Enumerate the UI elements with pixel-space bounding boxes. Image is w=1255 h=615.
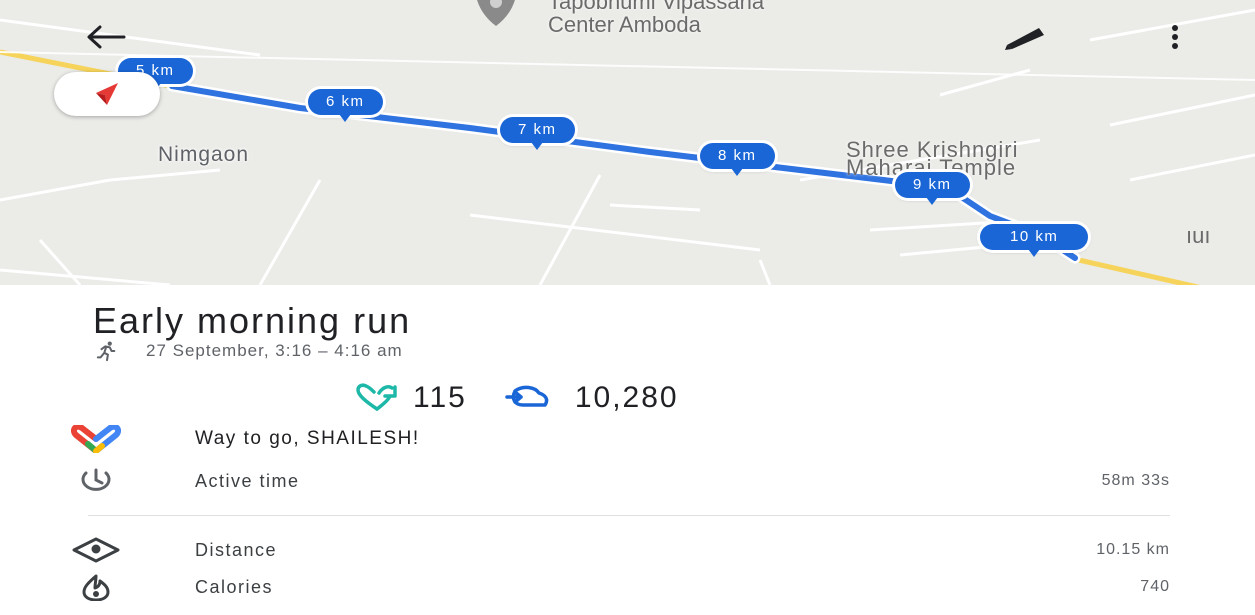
place-label-cut: ıuı bbox=[1186, 223, 1211, 248]
compass-button[interactable] bbox=[54, 72, 160, 116]
compass-icon bbox=[96, 83, 118, 105]
more-options-button[interactable] bbox=[1160, 20, 1190, 54]
activity-datetime-row: 27 September, 3:16 – 4:16 am bbox=[96, 340, 403, 362]
activity-datetime: 27 September, 3:16 – 4:16 am bbox=[146, 341, 403, 360]
congrats-row: Way to go, SHAILESH! bbox=[68, 422, 1170, 456]
arrow-left-icon bbox=[87, 25, 126, 49]
back-button[interactable] bbox=[78, 20, 134, 54]
metric-label-calories: Calories bbox=[195, 576, 274, 597]
activity-stats: 115 10,280 bbox=[355, 381, 679, 415]
metric-row-active-time[interactable]: Active time 58m 33s bbox=[68, 464, 1170, 498]
steps-icon bbox=[505, 385, 549, 407]
metric-label-distance: Distance bbox=[195, 539, 278, 560]
calories-icon bbox=[82, 574, 110, 601]
km-marker-10[interactable]: 10 km bbox=[980, 224, 1089, 257]
metric-value-distance: 10.15 km bbox=[1096, 541, 1170, 558]
congrats-message: Way to go, SHAILESH! bbox=[195, 428, 420, 449]
metric-value-active-time: 58m 33s bbox=[1101, 472, 1170, 489]
route-map[interactable]: Tapobhumi Vipassana Center Amboda Nimgao… bbox=[0, 0, 1255, 285]
activity-details-panel: Early morning run 27 September, 3:16 – 4… bbox=[0, 285, 1255, 615]
heart-points-value: 115 bbox=[413, 381, 467, 414]
place-label-nimgaon: Nimgaon bbox=[158, 143, 250, 166]
edit-button[interactable] bbox=[1000, 20, 1050, 54]
heart-points-stat[interactable]: 115 bbox=[355, 381, 467, 415]
place-pin-icon[interactable] bbox=[472, 0, 520, 28]
metrics-divider bbox=[88, 515, 1170, 516]
timer-icon bbox=[81, 468, 111, 491]
metric-label-active-time: Active time bbox=[195, 470, 300, 491]
km-marker-6[interactable]: 6 km bbox=[308, 89, 383, 122]
distance-icon bbox=[72, 537, 120, 563]
km-marker-7[interactable]: 7 km bbox=[500, 117, 575, 150]
google-fit-heart-icon bbox=[70, 425, 122, 453]
activity-title: Early morning run bbox=[93, 300, 412, 341]
heart-points-icon bbox=[356, 383, 397, 411]
steps-stat[interactable]: 10,280 bbox=[505, 381, 679, 415]
poi-name-line2[interactable]: Center Amboda bbox=[548, 14, 701, 36]
steps-value: 10,280 bbox=[574, 381, 679, 414]
pencil-icon bbox=[1005, 28, 1044, 50]
metric-value-calories: 740 bbox=[1140, 578, 1170, 595]
metric-row-distance[interactable]: Distance 10.15 km bbox=[68, 533, 1170, 567]
km-marker-8[interactable]: 8 km bbox=[700, 143, 775, 176]
running-icon bbox=[96, 341, 116, 362]
km-marker-9[interactable]: 9 km bbox=[895, 172, 970, 205]
more-vertical-icon bbox=[1172, 25, 1178, 49]
metric-row-calories[interactable]: Calories 740 bbox=[68, 570, 1170, 604]
